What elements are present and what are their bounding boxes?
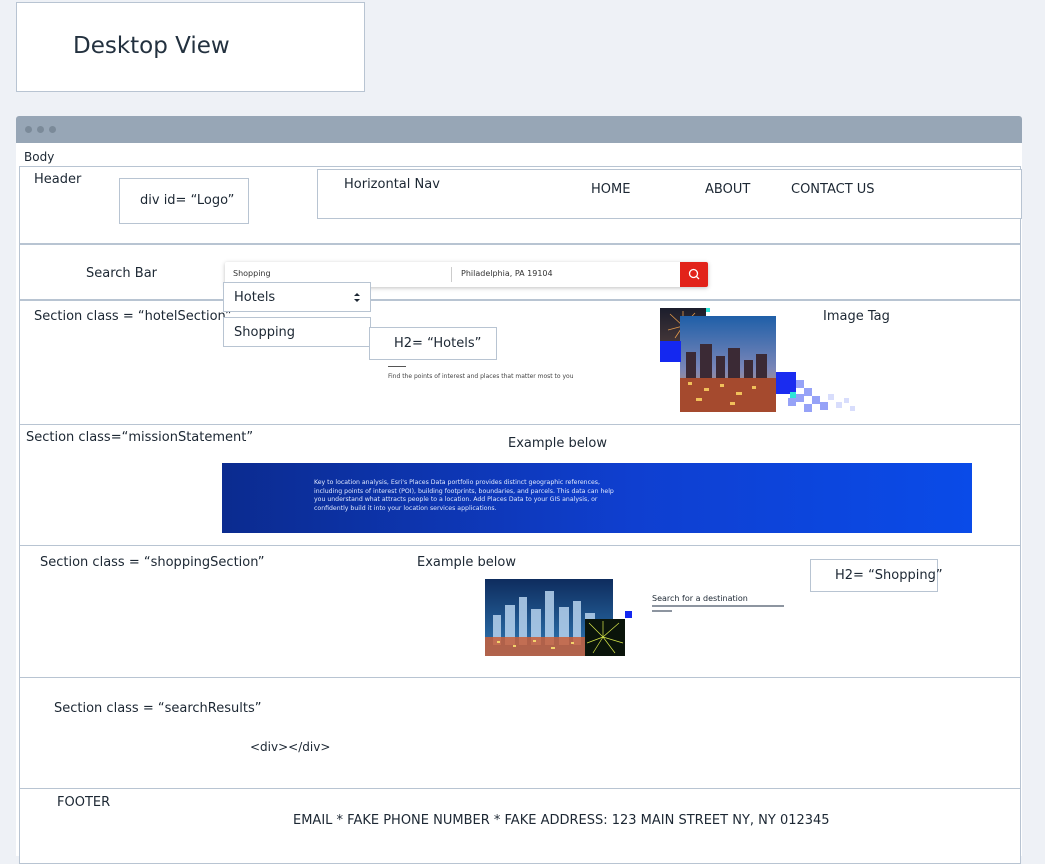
horizontal-nav: Horizontal Nav HOME ABOUT CONTACT US bbox=[317, 169, 1022, 219]
nav-contact-link[interactable]: CONTACT US bbox=[791, 182, 875, 197]
shopping-section-label: Section class = “shoppingSection” bbox=[40, 555, 265, 570]
window-dot-icon bbox=[25, 126, 32, 133]
page-title: Desktop View bbox=[73, 33, 230, 59]
shopping-example-label: Example below bbox=[417, 555, 516, 570]
search-bar-label: Search Bar bbox=[86, 266, 158, 281]
search-what-input[interactable]: Shopping bbox=[233, 269, 271, 278]
category-select-value: Hotels bbox=[234, 290, 276, 305]
category-select[interactable]: Hotels bbox=[223, 282, 371, 312]
results-div-placeholder: <div></div> bbox=[250, 740, 331, 754]
mission-banner-text: Key to location analysis, Esri's Places … bbox=[314, 479, 614, 512]
shopping-heading-label: H2= “Shopping” bbox=[835, 568, 943, 583]
shopping-image bbox=[485, 579, 635, 656]
category-option-shopping[interactable]: Shopping bbox=[223, 317, 371, 347]
hotels-heading-label: H2= “Hotels” bbox=[394, 336, 482, 351]
placeholder-line bbox=[652, 605, 784, 607]
search-divider bbox=[451, 267, 452, 282]
header-label: Header bbox=[34, 172, 82, 187]
logo-box[interactable]: div id= “Logo” bbox=[119, 178, 249, 224]
shopping-card-title: Search for a destination bbox=[652, 594, 748, 603]
mission-example-label: Example below bbox=[508, 436, 607, 451]
mission-section-label: Section class=“missionStatement” bbox=[26, 430, 254, 445]
hotel-caption: Find the points of interest and places t… bbox=[388, 373, 574, 380]
footer-contact-text: EMAIL * FAKE PHONE NUMBER * FAKE ADDRESS… bbox=[293, 813, 830, 828]
window-dot-icon bbox=[49, 126, 56, 133]
body-label: Body bbox=[24, 150, 55, 164]
image-tag-label: Image Tag bbox=[823, 309, 890, 324]
nav-home-link[interactable]: HOME bbox=[591, 182, 630, 197]
footer-label: FOOTER bbox=[57, 795, 111, 810]
browser-titlebar bbox=[16, 116, 1022, 143]
mission-banner: Key to location analysis, Esri's Places … bbox=[222, 463, 972, 533]
hotels-heading-box: H2= “Hotels” bbox=[369, 327, 497, 360]
results-section-label: Section class = “searchResults” bbox=[54, 701, 262, 716]
search-button[interactable] bbox=[680, 262, 708, 287]
nav-about-link[interactable]: ABOUT bbox=[705, 182, 750, 197]
heading-rule bbox=[388, 366, 406, 367]
search-where-input[interactable]: Philadelphia, PA 19104 bbox=[461, 269, 553, 278]
search-results-section bbox=[19, 677, 1021, 789]
select-arrows-icon bbox=[354, 293, 360, 302]
logo-box-label: div id= “Logo” bbox=[140, 193, 235, 208]
placeholder-line bbox=[652, 610, 672, 612]
page-title-card: Desktop View bbox=[16, 2, 365, 92]
category-option-label: Shopping bbox=[234, 325, 296, 340]
search-icon bbox=[688, 268, 700, 280]
window-dot-icon bbox=[37, 126, 44, 133]
hotel-section-label: Section class = “hotelSection” bbox=[34, 309, 232, 324]
shopping-heading-box: H2= “Shopping” bbox=[810, 559, 943, 592]
nav-label: Horizontal Nav bbox=[344, 177, 440, 192]
